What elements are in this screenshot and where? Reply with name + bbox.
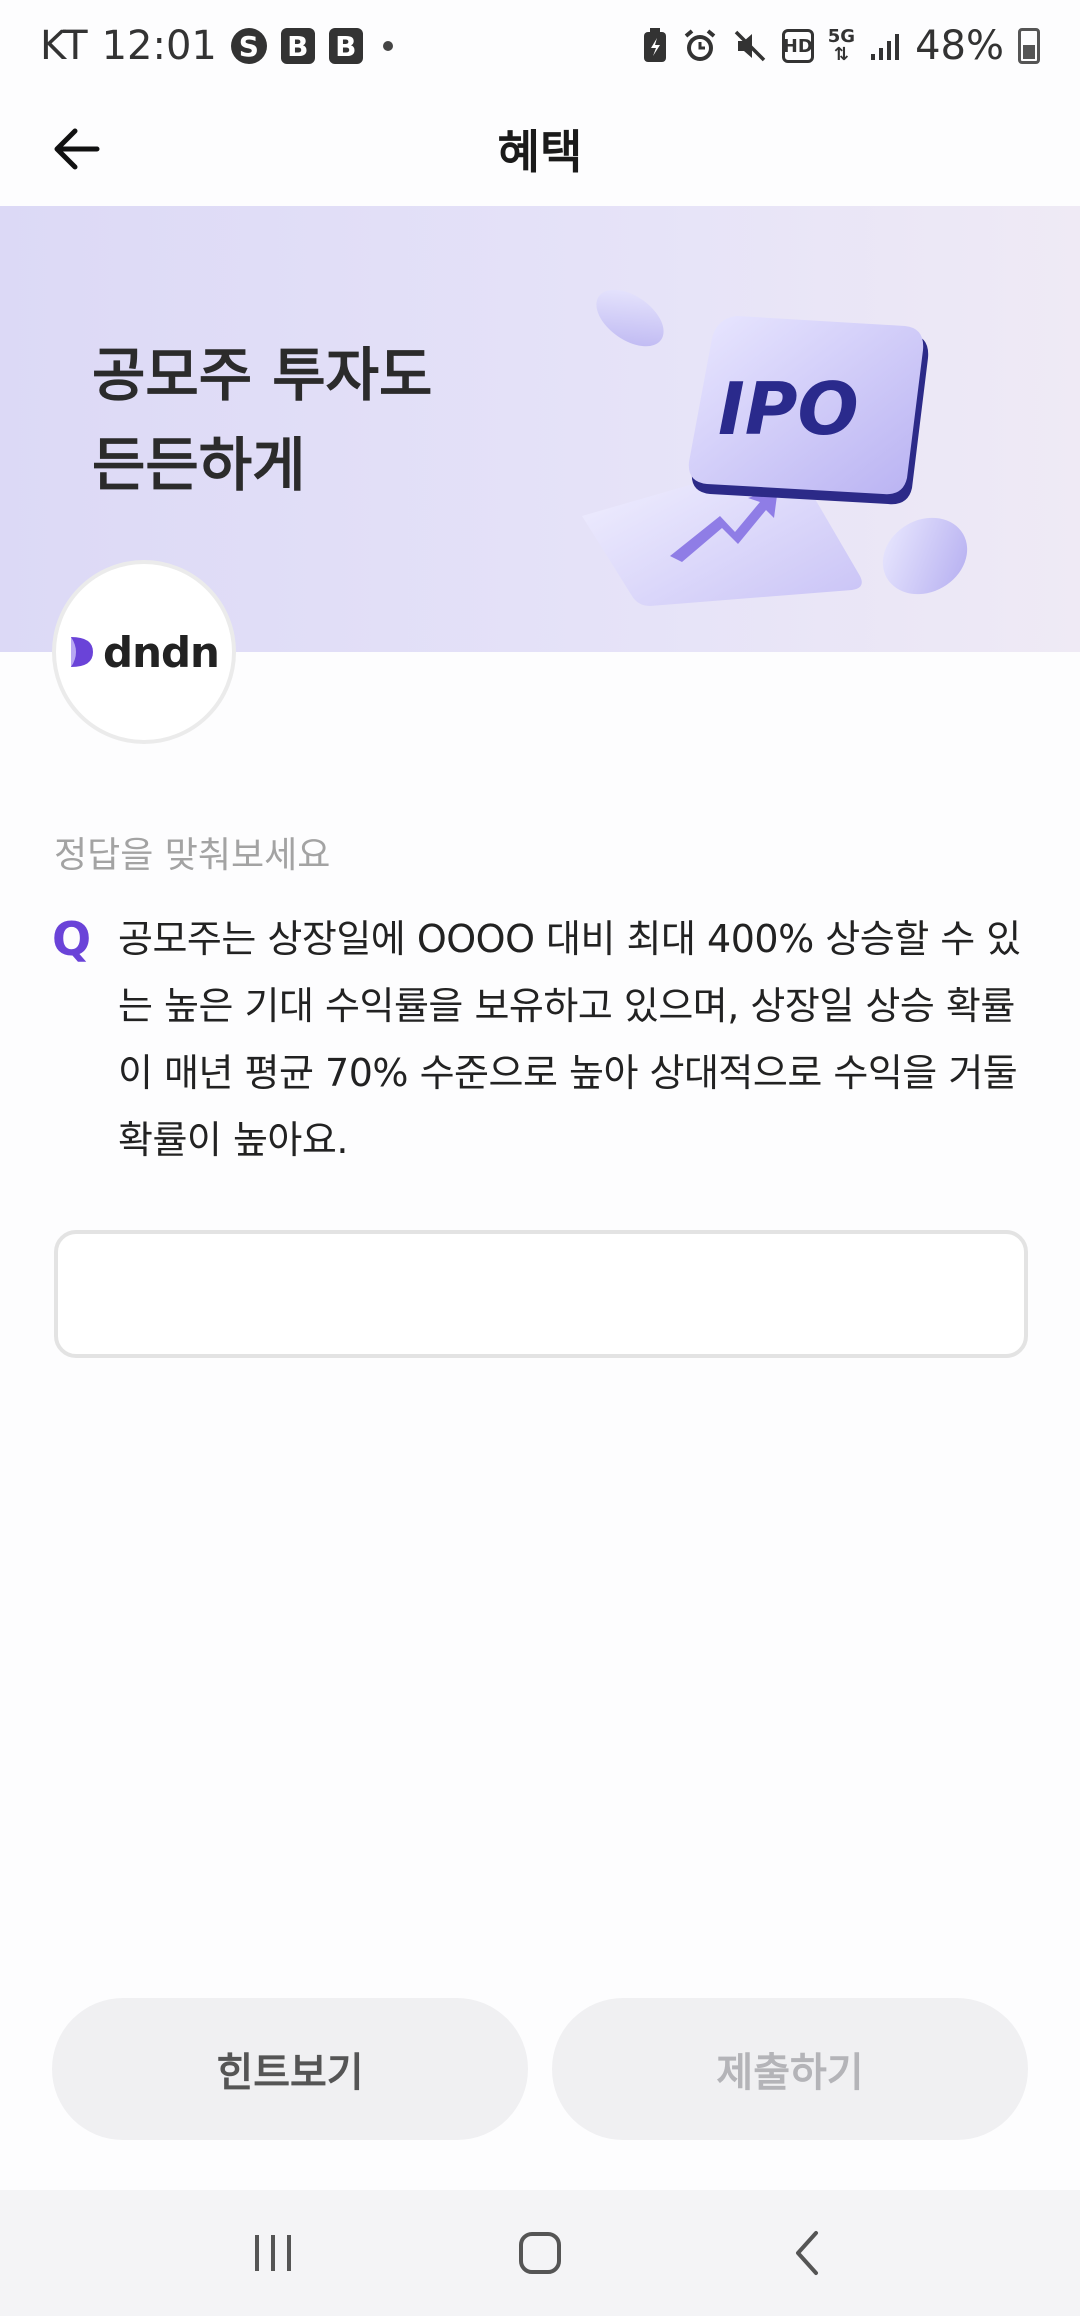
status-bar: KT 12:01 S B B HD 5G ⇅ 48% [0, 0, 1080, 92]
question-marker: Q [52, 912, 92, 966]
home-button[interactable] [500, 2213, 580, 2293]
page-title: 혜택 [497, 125, 583, 179]
nav-back-button[interactable] [767, 2213, 847, 2293]
brand-name: dndn [103, 627, 220, 677]
data-arrows-icon: ⇅ [833, 44, 849, 65]
recents-icon [255, 2235, 292, 2271]
battery-saver-icon [642, 28, 668, 64]
home-icon [518, 2232, 561, 2274]
back-button[interactable] [48, 120, 106, 178]
quiz-question: Q 공모주는 상장일에 OOOO 대비 최대 400% 상승할 수 있는 높은 … [52, 906, 1032, 1174]
ipo-illustration: IPO [582, 289, 968, 606]
ipo-label: IPO [718, 367, 859, 451]
b-app-icon: B [328, 28, 363, 64]
signal-icon [869, 30, 901, 62]
clock: 12:01 [101, 23, 217, 69]
question-text: 공모주는 상장일에 OOOO 대비 최대 400% 상승할 수 있는 높은 기대… [118, 917, 1021, 1162]
brand-logo: dndn [52, 560, 236, 744]
dndn-mark-icon [71, 637, 94, 667]
arrow-left-icon [54, 128, 100, 170]
s-circle-icon: S [230, 28, 267, 64]
system-nav-bar [0, 2190, 1080, 2316]
submit-button[interactable]: 제출하기 [552, 1998, 1028, 2140]
mute-icon [732, 28, 768, 64]
status-right: HD 5G ⇅ 48% [642, 23, 1040, 69]
hint-button[interactable]: 힌트보기 [52, 1998, 528, 2140]
dot-icon [382, 41, 393, 51]
app-header: 혜택 [0, 92, 1080, 206]
answer-input[interactable] [54, 1230, 1028, 1358]
alarm-icon [682, 28, 718, 64]
quiz-prompt: 정답을 맞춰보세요 [54, 835, 331, 876]
hd-icon: HD [781, 29, 814, 63]
carrier-label: KT [40, 23, 88, 69]
banner-headline: 공모주 투자도 든든하게 [92, 341, 433, 499]
b-app-icon: B [280, 28, 315, 64]
5g-icon: 5G ⇅ [828, 28, 855, 64]
battery-percent: 48% [915, 23, 1004, 69]
chevron-left-icon [795, 2231, 818, 2275]
status-left: KT 12:01 S B B [40, 23, 393, 69]
recents-button[interactable] [233, 2213, 313, 2293]
battery-icon [1018, 28, 1040, 64]
